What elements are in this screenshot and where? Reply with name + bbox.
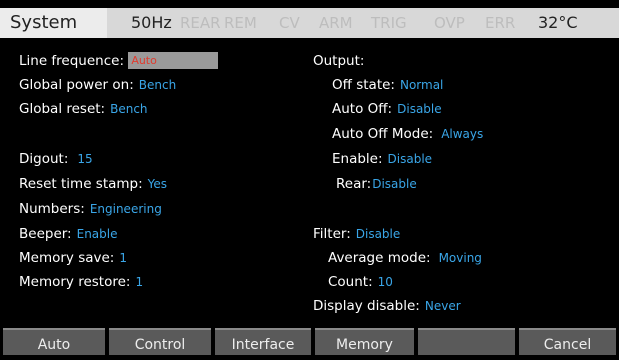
enable-row: Enable: Disable: [332, 150, 432, 168]
temperature-readout: 32°C: [538, 13, 578, 32]
auto-off-value[interactable]: Disable: [397, 102, 442, 116]
indicator-rem: REM: [224, 14, 257, 32]
softkey-control[interactable]: Control: [109, 328, 211, 355]
system-settings-panel: Line frequence: Auto Global power on: Ben…: [0, 38, 619, 324]
global-power-on-label: Global power on:: [19, 77, 134, 93]
rear-row: Rear:Disable: [336, 175, 417, 193]
filter-value[interactable]: Disable: [356, 227, 401, 241]
output-heading: Output:: [313, 53, 365, 69]
reset-time-stamp-value[interactable]: Yes: [148, 177, 167, 191]
numbers-value[interactable]: Engineering: [90, 202, 162, 216]
memory-save-row: Memory save: 1: [19, 249, 127, 267]
beeper-label: Beeper:: [19, 226, 72, 242]
softkey-bar: Auto Control Interface Memory Cancel: [0, 328, 619, 355]
status-bar: System 50Hz REAR REM CV ARM TRIG OVP ERR…: [0, 8, 619, 38]
count-row: Count: 10: [328, 273, 393, 291]
indicator-ovp: OVP: [434, 14, 465, 32]
count-value[interactable]: 10: [378, 275, 393, 289]
average-mode-label: Average mode:: [328, 250, 431, 266]
beeper-row: Beeper: Enable: [19, 225, 117, 243]
auto-off-mode-row: Auto Off Mode: Always: [332, 125, 483, 143]
display-disable-row: Display disable: Never: [313, 297, 461, 315]
memory-restore-row: Memory restore: 1: [19, 273, 143, 291]
global-reset-value[interactable]: Bench: [110, 102, 147, 116]
indicator-rear: REAR: [180, 14, 221, 32]
filter-row: Filter: Disable: [313, 225, 400, 243]
filter-label: Filter:: [313, 226, 351, 242]
global-power-on-row: Global power on: Bench: [19, 76, 176, 94]
global-reset-row: Global reset: Bench: [19, 100, 148, 118]
indicator-cv: CV: [279, 14, 300, 32]
display-disable-value[interactable]: Never: [425, 299, 461, 313]
indicator-arm: ARM: [319, 14, 353, 32]
auto-off-row: Auto Off: Disable: [332, 100, 442, 118]
digout-row: Digout: 15: [19, 150, 93, 168]
indicator-50hz: 50Hz: [131, 13, 172, 32]
indicator-err: ERR: [485, 14, 516, 32]
line-frequence-value[interactable]: Auto: [128, 52, 219, 69]
enable-label: Enable:: [332, 151, 383, 167]
reset-time-stamp-row: Reset time stamp: Yes: [19, 175, 167, 193]
line-frequence-row: Line frequence: Auto: [19, 52, 219, 70]
rear-value[interactable]: Disable: [372, 177, 417, 191]
memory-save-label: Memory save:: [19, 250, 115, 266]
numbers-label: Numbers:: [19, 201, 85, 217]
off-state-label: Off state:: [332, 77, 395, 93]
rear-label: Rear:: [336, 176, 372, 192]
numbers-row: Numbers: Engineering: [19, 200, 162, 218]
softkey-cancel[interactable]: Cancel: [519, 328, 616, 355]
reset-time-stamp-label: Reset time stamp:: [19, 176, 143, 192]
count-label: Count:: [328, 274, 373, 290]
average-mode-row: Average mode: Moving: [328, 249, 482, 267]
beeper-value[interactable]: Enable: [77, 227, 118, 241]
digout-label: Digout:: [19, 151, 69, 167]
display-disable-label: Display disable:: [313, 298, 420, 314]
auto-off-label: Auto Off:: [332, 101, 393, 117]
line-frequence-label: Line frequence:: [19, 53, 125, 69]
auto-off-mode-label: Auto Off Mode:: [332, 126, 434, 142]
memory-save-value[interactable]: 1: [119, 251, 127, 265]
enable-value[interactable]: Disable: [388, 152, 433, 166]
softkey-auto[interactable]: Auto: [3, 328, 105, 355]
off-state-row: Off state: Normal: [332, 76, 443, 94]
memory-restore-label: Memory restore:: [19, 274, 131, 290]
global-reset-label: Global reset:: [19, 101, 106, 117]
softkey-memory[interactable]: Memory: [315, 328, 414, 355]
memory-restore-value[interactable]: 1: [135, 275, 143, 289]
digout-value[interactable]: 15: [77, 152, 92, 166]
global-power-on-value[interactable]: Bench: [139, 78, 176, 92]
auto-off-mode-value[interactable]: Always: [441, 127, 483, 141]
average-mode-value[interactable]: Moving: [439, 251, 482, 265]
softkey-blank[interactable]: [418, 328, 515, 355]
instrument-screen: System 50Hz REAR REM CV ARM TRIG OVP ERR…: [0, 0, 619, 355]
indicator-trig: TRIG: [371, 14, 407, 32]
system-tab[interactable]: System: [0, 8, 107, 38]
off-state-value[interactable]: Normal: [400, 78, 443, 92]
softkey-interface[interactable]: Interface: [215, 328, 311, 355]
